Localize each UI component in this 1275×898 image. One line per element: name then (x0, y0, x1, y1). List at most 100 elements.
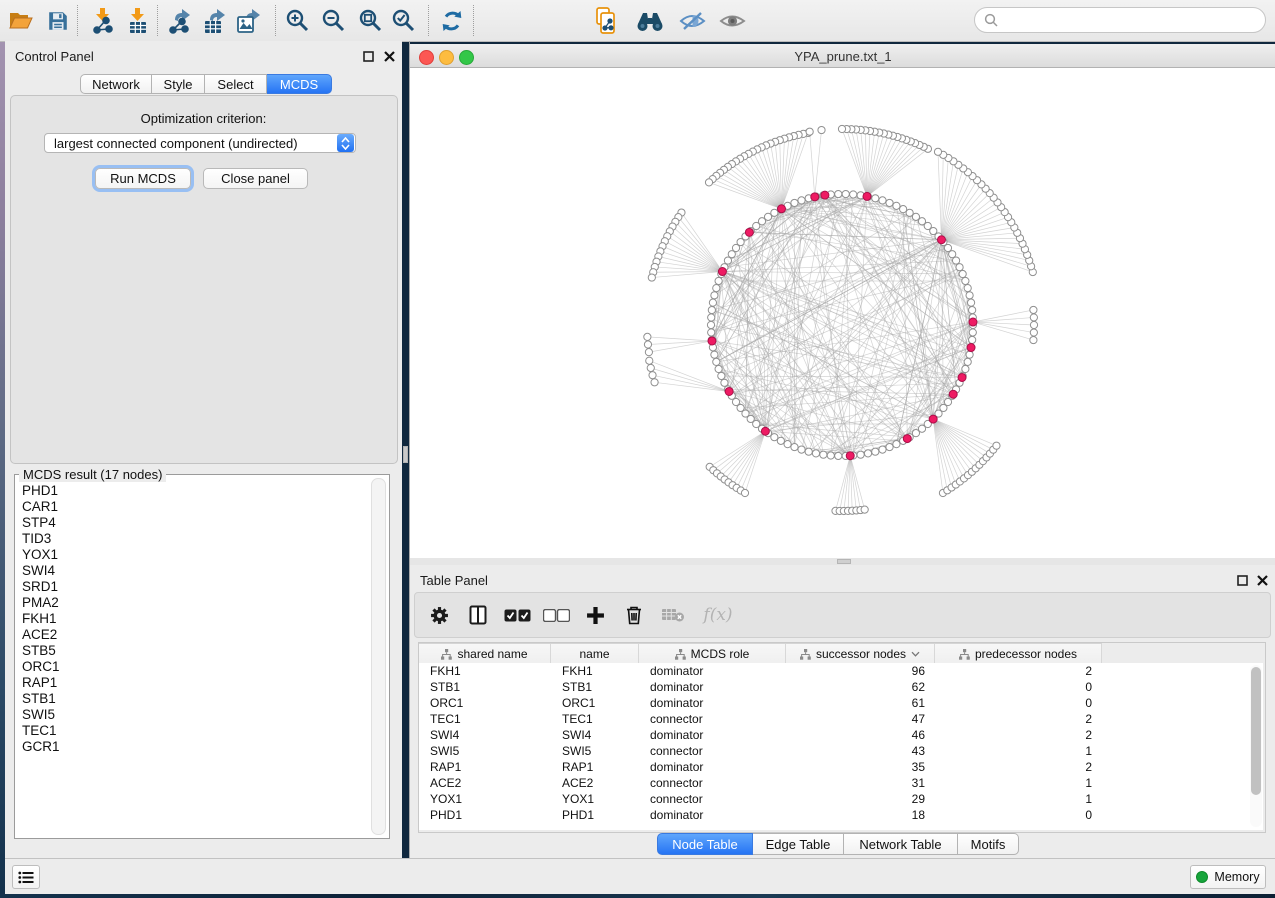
graph-node[interactable] (791, 443, 798, 450)
graph-mcds-node[interactable] (903, 435, 911, 443)
graph-leaf-node[interactable] (1030, 329, 1037, 336)
graph-node[interactable] (956, 264, 963, 271)
graph-node[interactable] (886, 443, 893, 450)
graph-node[interactable] (724, 257, 731, 264)
graph-mcds-node[interactable] (745, 228, 753, 236)
column-header-name[interactable]: name (551, 644, 639, 664)
show-graphics-icon[interactable] (715, 4, 749, 37)
graph-node[interactable] (709, 299, 716, 306)
graph-node[interactable] (721, 379, 728, 386)
import-network-icon[interactable] (86, 4, 120, 37)
graph-node[interactable] (718, 372, 725, 379)
graph-mcds-node[interactable] (929, 415, 937, 423)
graph-leaf-node[interactable] (644, 341, 651, 348)
table-settings-gear-icon[interactable] (425, 601, 453, 629)
tab-network[interactable]: Network (80, 74, 152, 94)
table-row[interactable]: ORC1ORC1dominator610 (419, 695, 1263, 711)
graph-node[interactable] (962, 365, 969, 372)
graph-node[interactable] (708, 314, 715, 321)
graph-node[interactable] (900, 206, 907, 213)
graph-mcds-node[interactable] (969, 318, 977, 326)
table-scrollbar[interactable] (1250, 665, 1262, 827)
table-row[interactable]: YOX1YOX1connector291 (419, 791, 1263, 807)
graph-mcds-node[interactable] (967, 344, 975, 352)
zoom-fit-icon[interactable] (353, 4, 387, 37)
graph-node[interactable] (798, 446, 805, 453)
hide-graphics-icon[interactable] (675, 4, 709, 37)
mcds-list-scrollbar[interactable] (371, 478, 386, 835)
graph-node[interactable] (708, 329, 715, 336)
deselect-all-rows-icon[interactable] (542, 601, 570, 629)
graph-node[interactable] (879, 197, 886, 204)
graph-node[interactable] (777, 437, 784, 444)
graph-mcds-node[interactable] (863, 192, 871, 200)
clone-network-icon[interactable] (590, 4, 624, 37)
graph-node[interactable] (812, 450, 819, 457)
table-row[interactable]: ACE2ACE2connector311 (419, 775, 1263, 791)
search-input[interactable] (1003, 12, 1265, 29)
mcds-result-item[interactable]: SWI4 (17, 563, 369, 579)
graph-node[interactable] (820, 451, 827, 458)
export-network-icon[interactable] (163, 4, 197, 37)
mcds-result-item[interactable]: YOX1 (17, 547, 369, 563)
graph-mcds-node[interactable] (811, 193, 819, 201)
graph-leaf-node[interactable] (1030, 314, 1037, 321)
graph-node[interactable] (728, 251, 735, 258)
graph-node[interactable] (715, 365, 722, 372)
graph-node[interactable] (962, 277, 969, 284)
graph-node[interactable] (964, 358, 971, 365)
graph-node[interactable] (879, 446, 886, 453)
network-canvas[interactable] (410, 68, 1275, 558)
memory-button[interactable]: Memory (1190, 865, 1266, 889)
graph-leaf-node[interactable] (1030, 336, 1037, 343)
show-columns-icon[interactable] (464, 601, 492, 629)
table-row[interactable]: TEC1TEC1connector472 (419, 711, 1263, 727)
graph-node[interactable] (715, 277, 722, 284)
graph-mcds-node[interactable] (821, 191, 829, 199)
mcds-result-item[interactable]: TEC1 (17, 723, 369, 739)
table-scrollbar-thumb[interactable] (1251, 667, 1261, 795)
tab-style[interactable]: Style (152, 74, 205, 94)
graph-node[interactable] (708, 306, 715, 313)
graph-leaf-node[interactable] (645, 349, 652, 356)
table-row[interactable]: SWI4SWI4dominator462 (419, 727, 1263, 743)
graph-node[interactable] (966, 292, 973, 299)
graph-leaf-node[interactable] (934, 148, 941, 155)
mcds-result-item[interactable]: CAR1 (17, 499, 369, 515)
graph-node[interactable] (711, 351, 718, 358)
graph-leaf-node[interactable] (646, 357, 653, 364)
graph-node[interactable] (906, 209, 913, 216)
column-header-MCDS-role[interactable]: MCDS role (639, 644, 786, 664)
graph-leaf-node[interactable] (1030, 321, 1037, 328)
graph-node[interactable] (791, 199, 798, 206)
graph-node[interactable] (857, 451, 864, 458)
graph-mcds-node[interactable] (937, 236, 945, 244)
tab-select[interactable]: Select (205, 74, 267, 94)
mcds-result-item[interactable]: GCR1 (17, 739, 369, 755)
graph-leaf-node[interactable] (838, 125, 845, 132)
graph-node[interactable] (952, 257, 959, 264)
show-panels-list-button[interactable] (12, 865, 40, 889)
mcds-result-item[interactable]: RAP1 (17, 675, 369, 691)
mcds-result-item[interactable]: STP4 (17, 515, 369, 531)
table-row[interactable]: RAP1RAP1dominator352 (419, 759, 1263, 775)
table-row[interactable]: SWI5SWI5connector431 (419, 743, 1263, 759)
graph-node[interactable] (969, 336, 976, 343)
graph-mcds-node[interactable] (725, 387, 733, 395)
graph-leaf-node[interactable] (861, 506, 868, 513)
mcds-result-item[interactable]: TID3 (17, 531, 369, 547)
graph-node[interactable] (713, 284, 720, 291)
graph-node[interactable] (886, 199, 893, 206)
graph-mcds-node[interactable] (761, 427, 769, 435)
table-row[interactable]: FKH1FKH1dominator962 (419, 663, 1263, 679)
graph-node[interactable] (850, 191, 857, 198)
graph-mcds-node[interactable] (949, 390, 957, 398)
vertical-splitter[interactable] (403, 446, 408, 463)
graph-node[interactable] (805, 448, 812, 455)
graph-mcds-node[interactable] (718, 268, 726, 276)
graph-node[interactable] (967, 299, 974, 306)
graph-leaf-node[interactable] (705, 179, 712, 186)
mcds-result-item[interactable]: PMA2 (17, 595, 369, 611)
graph-node[interactable] (893, 202, 900, 209)
tab-node-table[interactable]: Node Table (657, 833, 753, 855)
